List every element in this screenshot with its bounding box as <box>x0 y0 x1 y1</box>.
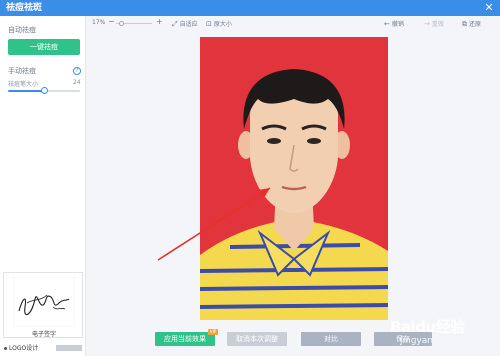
compare-button[interactable]: 对比 <box>301 332 361 346</box>
manual-acne-section-label: 手动祛痘 <box>8 67 36 75</box>
baidu-watermark: Baidu经验 jingyan <box>390 308 498 348</box>
bullet-icon <box>4 347 7 350</box>
signature-card[interactable]: 电子签字 <box>3 272 83 338</box>
brush-size-slider-fill <box>8 90 44 92</box>
restore-icon: ⧉ <box>462 20 467 28</box>
zoom-slider-handle[interactable] <box>119 21 124 26</box>
fit-button[interactable]: ⤢ 自适应 <box>172 19 198 29</box>
toolbar: 17% − + ⤢ 自适应 ⊡ 原大小 ← 撤销 → 重做 ⧉ 还原 <box>86 16 500 32</box>
zoom-out-button[interactable]: − <box>108 17 115 26</box>
sidebar: 自动祛痘 一键祛痘 手动祛痘 ? 祛痘笔大小 24 电子签字 LOGO设计 <box>0 16 86 356</box>
brush-size-slider-handle[interactable] <box>41 87 48 94</box>
close-icon[interactable]: ✕ <box>482 1 496 15</box>
auto-acne-section-label: 自动祛痘 <box>8 26 36 34</box>
undo-label: 撤销 <box>391 21 404 28</box>
brush-size-slider[interactable] <box>8 87 80 94</box>
annotation-arrow <box>157 187 271 261</box>
apply-effect-label: 应用当前效果 <box>164 335 206 343</box>
zoom-in-button[interactable]: + <box>156 17 163 26</box>
help-icon[interactable]: ? <box>73 67 81 75</box>
one-key-acne-button[interactable]: 一键祛痘 <box>8 39 80 55</box>
cancel-adjustment-button[interactable]: 取消本次调整 <box>227 332 287 346</box>
logo-design-label: LOGO设计 <box>9 345 39 352</box>
apply-effect-button[interactable]: 应用当前效果 VIP <box>155 329 218 346</box>
vip-badge: VIP <box>208 329 218 335</box>
watermark-sub: jingyan <box>400 336 433 346</box>
signature-caption: 电子签字 <box>31 331 56 338</box>
undo-button[interactable]: ← 撤销 <box>384 19 404 28</box>
portrait-image <box>200 37 388 320</box>
title-bar: 祛痘祛斑 ✕ <box>0 0 500 16</box>
original-size-icon: ⊡ <box>206 20 212 28</box>
redo-icon: → <box>424 20 430 28</box>
watermark-text: Baidu经验 <box>390 318 465 336</box>
thumbnail-pager[interactable] <box>56 345 82 351</box>
undo-icon: ← <box>384 20 390 28</box>
zoom-percent: 17% <box>92 19 106 26</box>
portrait-photo[interactable] <box>200 37 388 320</box>
restore-label: 还原 <box>469 21 482 28</box>
original-size-button[interactable]: ⊡ 原大小 <box>206 19 232 28</box>
logo-design-link[interactable]: LOGO设计 <box>4 343 38 352</box>
fit-screen-icon: ⤢ <box>172 20 178 28</box>
redo-label: 重做 <box>431 21 444 28</box>
window-title: 祛痘祛斑 <box>6 3 43 13</box>
signature-thumbnail <box>13 277 75 327</box>
restore-button[interactable]: ⧉ 还原 <box>462 19 481 29</box>
brush-size-value: 24 <box>73 79 81 86</box>
original-size-label: 原大小 <box>213 21 232 28</box>
app-window: 祛痘祛斑 ✕ 自动祛痘 一键祛痘 手动祛痘 ? 祛痘笔大小 24 电子签字 LO… <box>0 0 500 356</box>
brush-size-label: 祛痘笔大小 <box>8 81 39 88</box>
fit-label: 自适应 <box>179 21 198 28</box>
redo-button[interactable]: → 重做 <box>424 19 444 28</box>
